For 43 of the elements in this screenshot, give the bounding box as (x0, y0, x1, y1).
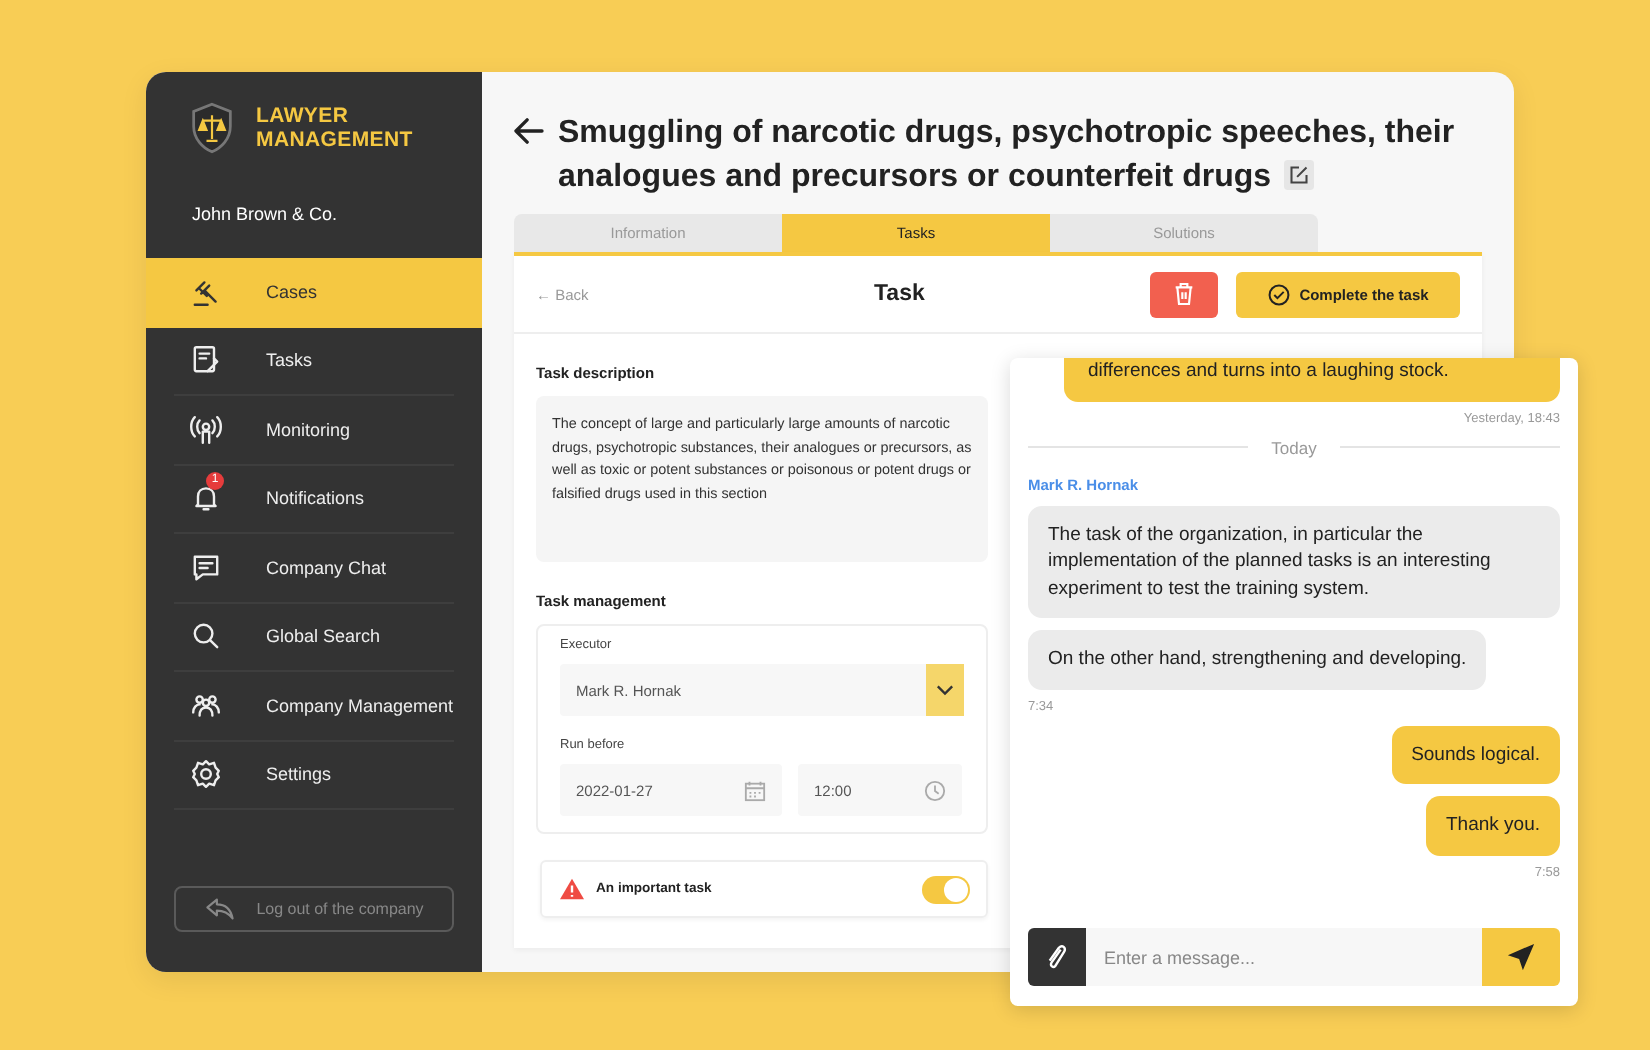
back-arrow-icon[interactable] (514, 118, 544, 144)
delete-button[interactable] (1150, 271, 1218, 317)
reply-arrow-icon (204, 898, 237, 920)
incoming-message: On the other hand, strengthening and developing. (1028, 630, 1487, 689)
caret-icon (936, 684, 954, 696)
sidebar-item[interactable]: Company Management (174, 672, 454, 741)
day-divider: Today (1269, 437, 1319, 457)
attach-button[interactable] (1028, 928, 1086, 986)
sidebar-item[interactable]: Tasks (174, 327, 454, 396)
case-title: Smuggling of narcotic drugs, psychotropic speeches, their analogues and precursors or counterfeit drugs (558, 114, 1457, 198)
logo-text: LAWYER MANAGEMENT (256, 104, 415, 152)
settings-icon (190, 758, 222, 791)
warning-icon (560, 878, 584, 900)
task-title: Task (874, 282, 925, 306)
message-field[interactable]: Enter a message... (1086, 928, 1482, 986)
sidebar-item[interactable]: Global Search (174, 603, 454, 672)
sidebar-item[interactable]: Monitoring (174, 396, 454, 465)
logout-button[interactable]: Log out of the company (174, 886, 454, 932)
antenna-icon (190, 413, 222, 446)
paperclip-icon (1046, 942, 1068, 972)
sidebar-item[interactable]: Cases (146, 258, 482, 327)
chat-icon (190, 551, 222, 584)
outgoing-message: Sounds logical. (1391, 725, 1560, 784)
incoming-message: The task of the organization, in particular the implementation of the planned tasks is an interesting experiment to test the training system. (1028, 505, 1560, 618)
search-icon (190, 620, 222, 653)
clock-icon (924, 779, 946, 801)
trash-icon (1174, 282, 1194, 306)
send-icon (1506, 942, 1536, 972)
edit-icon[interactable] (1283, 160, 1314, 190)
important-toggle[interactable] (922, 875, 970, 903)
outgoing-message: differences and turns into a laughing stock. (1064, 358, 1560, 401)
shield-scales-icon (190, 102, 234, 154)
sidebar-item[interactable]: Settings (174, 741, 454, 810)
sidebar-item[interactable]: Company Chat (174, 534, 454, 603)
bell-icon (190, 482, 222, 515)
gavel-icon (190, 276, 222, 309)
calendar-icon (744, 779, 766, 801)
company-name: John Brown & Co. (190, 202, 340, 228)
check-circle-icon (1267, 283, 1290, 305)
send-button[interactable] (1482, 928, 1560, 986)
outgoing-message: Thank you. (1426, 796, 1560, 855)
clipboard-icon (190, 344, 222, 377)
people-icon (190, 689, 222, 722)
